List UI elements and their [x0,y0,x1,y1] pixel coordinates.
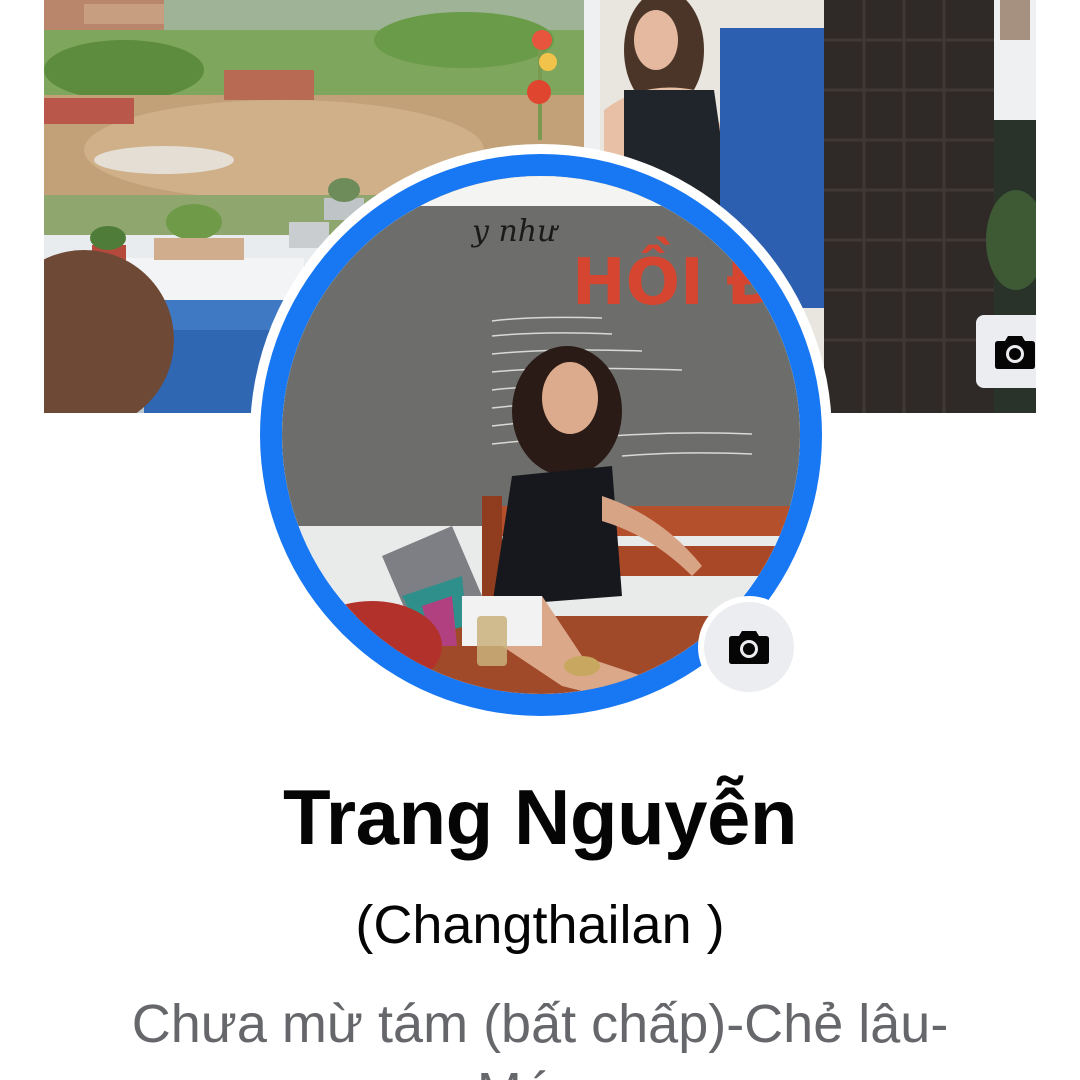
profile-alternate-name: (Changthailan ) [355,895,725,955]
profile-camera-button[interactable] [698,596,800,698]
svg-text:y như: y như [470,214,559,249]
profile-bio: Chưa mừ tám (bất chấp)-Chẻ lâu- Mứ... [131,994,949,1080]
profile-name: Trang Nguyễn [282,773,798,861]
camera-icon [995,335,1035,369]
camera-icon [729,631,769,664]
cover-camera-button[interactable] [976,315,1036,388]
profile-page: y như HỒI Đ Trang Nguyễn (Changthailan)… [0,0,1080,1080]
